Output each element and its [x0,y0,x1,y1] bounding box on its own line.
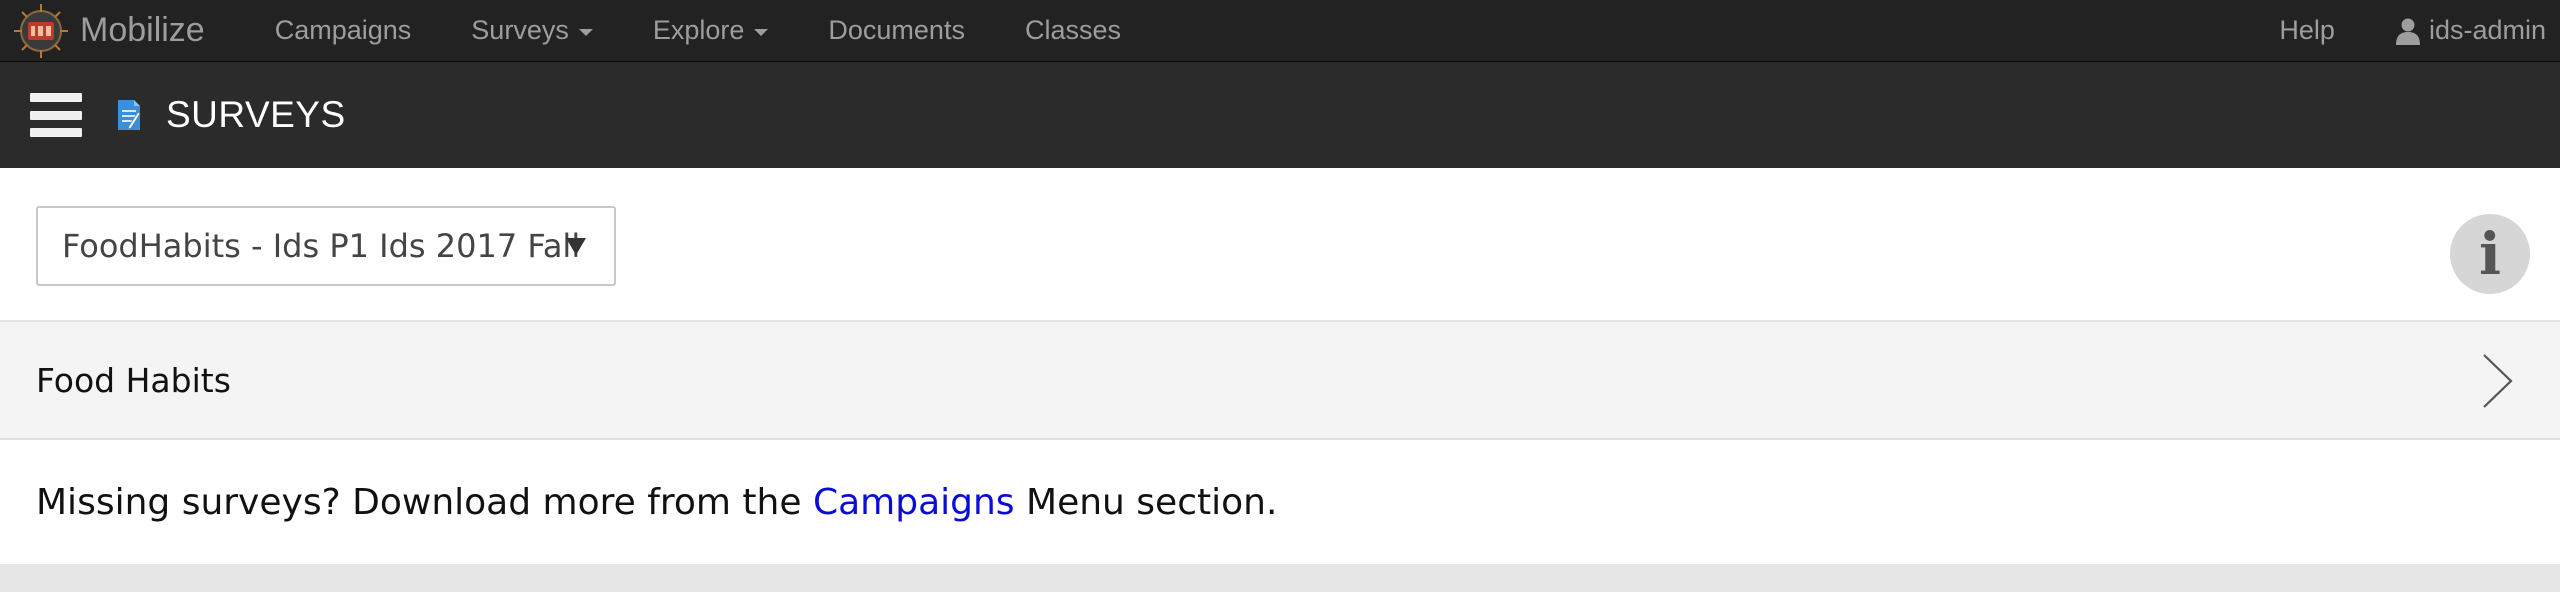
caret-down-icon [578,29,593,36]
document-icon [116,98,142,132]
page-title: SURVEYS [166,94,346,135]
nav-help-label: Help [2279,15,2335,45]
missing-surveys-text: Missing surveys? Download more from the … [36,482,1277,523]
nav-explore-label: Explore [652,15,745,45]
campaign-select-value: FoodHabits - Ids P1 Ids 2017 Fall [62,227,581,265]
nav-documents-label: Documents [828,15,965,45]
section-header: SURVEYS [0,62,2560,168]
nav-campaigns[interactable]: Campaigns [245,0,442,62]
nav-campaigns-label: Campaigns [274,15,412,45]
brand-name: Mobilize [80,11,205,49]
brand[interactable]: Mobilize [0,0,205,62]
campaigns-link[interactable]: Campaigns [813,482,1015,523]
nav-documents[interactable]: Documents [798,0,995,62]
nav-help[interactable]: Help [2249,0,2365,62]
ids-logo-icon [12,2,70,60]
bottom-strip [0,564,2560,592]
survey-list-item[interactable]: Food Habits [0,322,2560,440]
campaign-select[interactable]: FoodHabits - Ids P1 Ids 2017 Fall [36,206,616,286]
nav-user-menu[interactable]: ids-admin [2365,0,2546,62]
info-icon: i [2478,220,2502,288]
survey-selector-row: FoodHabits - Ids P1 Ids 2017 Fall i [0,168,2560,322]
nav-surveys[interactable]: Surveys [441,0,623,62]
top-navbar: Mobilize Campaigns Surveys Explore Docum… [0,0,2560,62]
missing-surveys-notice: Missing surveys? Download more from the … [0,440,2560,564]
nav-classes-label: Classes [1024,15,1121,45]
hamburger-bar [30,128,82,137]
info-button[interactable]: i [2450,214,2530,294]
dropdown-arrow-icon [566,238,586,255]
nav-right: Help ids-admin [2249,0,2560,62]
user-icon [2395,17,2421,45]
hamburger-menu-icon[interactable] [30,89,82,141]
nav-explore[interactable]: Explore [623,0,799,62]
notice-suffix: Menu section. [1014,481,1278,523]
chevron-right-icon [2480,352,2514,410]
nav-surveys-label: Surveys [471,15,569,45]
nav-classes[interactable]: Classes [995,0,1151,62]
hamburger-bar [30,93,82,102]
survey-name: Food Habits [36,360,231,400]
hamburger-bar [30,110,82,120]
caret-down-icon [754,29,769,36]
user-name: ids-admin [2428,15,2546,45]
notice-prefix: Missing surveys? Download more from the [36,481,813,523]
